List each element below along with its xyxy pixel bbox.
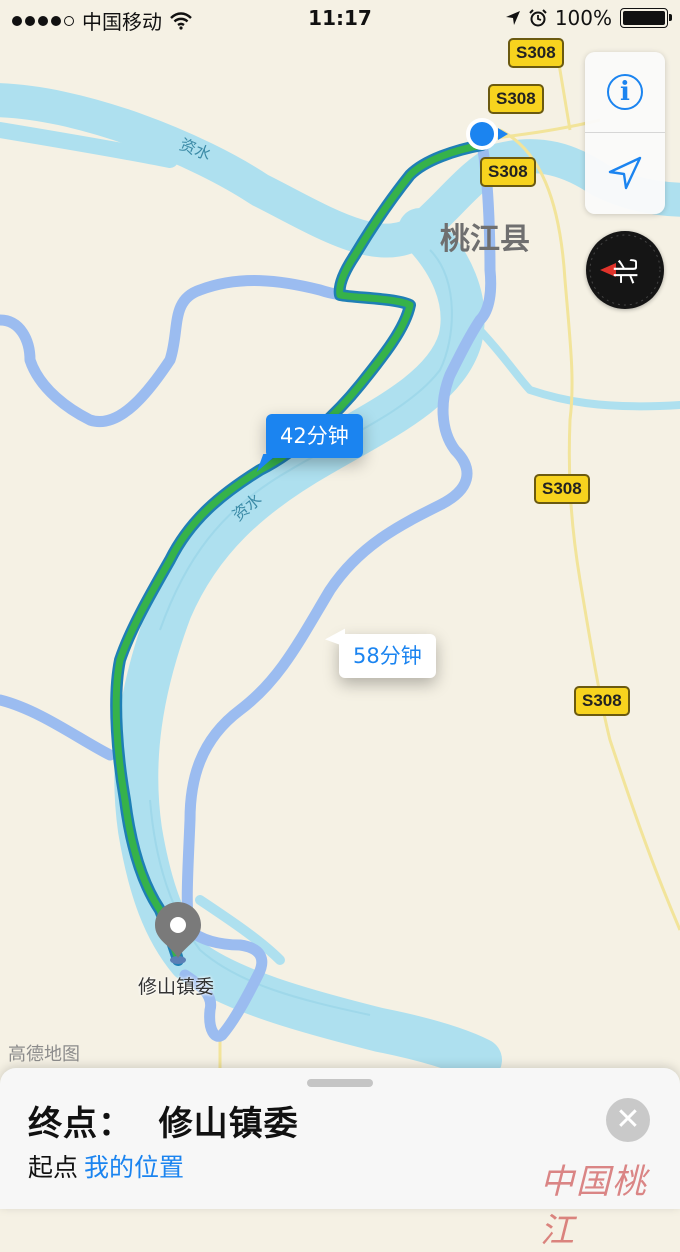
road-shield: S308 xyxy=(574,686,630,716)
info-button[interactable]: i xyxy=(585,52,665,132)
map-canvas[interactable] xyxy=(0,0,680,1209)
track-location-button[interactable] xyxy=(585,133,665,213)
alternative-route-callout[interactable]: 58分钟 xyxy=(325,628,436,678)
town-label: 桃江县 xyxy=(440,222,530,257)
close-button[interactable]: ✕ xyxy=(606,1098,650,1142)
primary-route-callout[interactable]: 42分钟 xyxy=(256,414,363,472)
info-icon: i xyxy=(607,74,643,110)
battery-percent: 100% xyxy=(554,6,612,30)
alarm-icon xyxy=(529,9,547,27)
status-bar: 中国移动 11:17 100% xyxy=(0,0,680,38)
road-shield: S308 xyxy=(508,38,564,68)
road-shield: S308 xyxy=(480,157,536,187)
alternative-route-time: 58分钟 xyxy=(353,644,422,668)
battery-icon xyxy=(620,8,672,28)
destination-map-label: 修山镇委 xyxy=(138,976,215,998)
location-services-icon xyxy=(505,11,520,25)
close-icon: ✕ xyxy=(615,1102,641,1137)
status-right: 100% xyxy=(505,6,672,30)
watermark: 中国桃江 xyxy=(540,1162,648,1251)
origin-link[interactable]: 我的位置 xyxy=(84,1153,184,1182)
road-shield: S308 xyxy=(488,84,544,114)
primary-route-time: 42分钟 xyxy=(280,424,349,448)
road-shield: S308 xyxy=(534,474,590,504)
compass-button[interactable]: 北 xyxy=(586,231,664,309)
origin-prefix: 起点 xyxy=(28,1153,79,1182)
destination-title: 终点： 修山镇委 xyxy=(28,1104,299,1144)
origin-row: 起点 我的位置 xyxy=(28,1148,184,1184)
sheet-grabber[interactable] xyxy=(307,1079,373,1087)
compass-north-label: 北 xyxy=(612,258,643,285)
map-controls-panel: i xyxy=(585,52,665,214)
route-bottom-sheet[interactable]: 终点： 修山镇委 起点 我的位置 ✕ 中国桃江 xyxy=(0,1068,680,1251)
location-arrow-icon xyxy=(608,156,642,190)
map-provider-logo: 高德地图 xyxy=(8,1044,80,1065)
